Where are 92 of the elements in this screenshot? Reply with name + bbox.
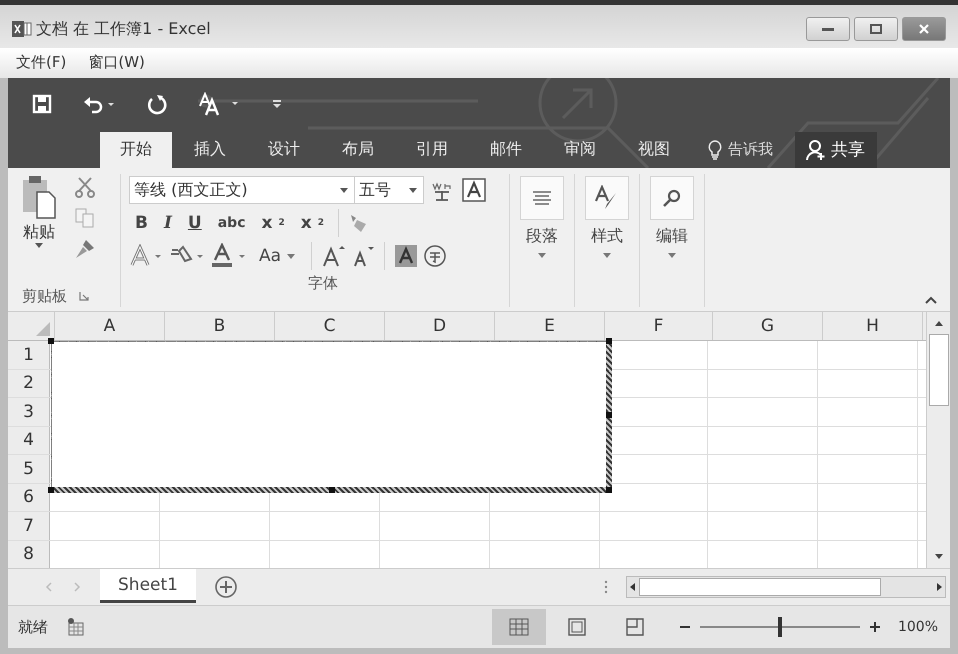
cut-icon[interactable] xyxy=(74,176,96,198)
format-painter-icon[interactable] xyxy=(74,238,96,260)
font-color-icon[interactable] xyxy=(211,243,247,270)
row-header[interactable]: 6 xyxy=(8,484,50,512)
caret-icon xyxy=(603,252,611,258)
grow-font-icon[interactable] xyxy=(322,244,346,268)
group-label: 剪贴板 xyxy=(22,286,67,306)
maximize-button[interactable] xyxy=(854,17,898,42)
scroll-thumb[interactable] xyxy=(928,334,948,406)
ribbon-tab[interactable]: 审阅 xyxy=(544,132,616,168)
column-header[interactable]: A xyxy=(55,312,165,340)
ribbon-tab[interactable]: 引用 xyxy=(396,132,468,168)
caret-icon xyxy=(409,188,417,193)
format-button[interactable]: x$^{2}$ xyxy=(294,213,330,234)
row-header[interactable]: 7 xyxy=(8,512,50,540)
caret-icon xyxy=(35,242,43,248)
format-button[interactable]: U xyxy=(182,213,208,234)
character-border-icon[interactable] xyxy=(462,178,486,202)
window-title: 文档 在 工作簿1 - Excel xyxy=(36,18,211,40)
collapse-ribbon-icon[interactable] xyxy=(924,295,938,306)
text-effects-icon[interactable] xyxy=(129,244,163,268)
font-name-dropdown[interactable]: 等线 (西文正文) xyxy=(129,176,355,204)
ribbon-tab[interactable]: 设计 xyxy=(248,132,320,168)
character-shading-icon[interactable] xyxy=(395,245,418,268)
save-icon[interactable] xyxy=(32,94,52,114)
column-header[interactable]: H xyxy=(823,312,923,340)
zoom-level[interactable]: 100% xyxy=(898,619,938,636)
resize-handle[interactable] xyxy=(606,338,612,344)
row-header[interactable]: 1 xyxy=(8,341,50,369)
scroll-thumb[interactable] xyxy=(639,578,881,596)
dialog-launcher-icon[interactable] xyxy=(79,291,89,302)
embedded-object-frame[interactable] xyxy=(51,341,612,494)
format-button[interactable]: I xyxy=(158,213,178,234)
ribbon-tab[interactable]: 插入 xyxy=(174,132,246,168)
splitter-icon[interactable] xyxy=(604,579,608,596)
ribbon-tab[interactable]: 邮件 xyxy=(470,132,542,168)
column-header[interactable]: G xyxy=(713,312,823,340)
enclose-character-icon[interactable] xyxy=(423,244,448,268)
redo-icon[interactable] xyxy=(146,92,168,115)
view-button[interactable] xyxy=(492,609,546,646)
maximize-icon xyxy=(869,24,883,34)
person-add-icon xyxy=(805,138,827,161)
vertical-scrollbar[interactable] xyxy=(926,312,950,568)
paste-button[interactable]: 粘贴 xyxy=(14,174,64,286)
macro-record-icon[interactable] xyxy=(66,617,86,638)
normal-view-icon xyxy=(508,617,530,638)
share-button[interactable]: 共享 xyxy=(795,132,877,168)
change-case-button[interactable]: Aa xyxy=(253,246,302,266)
zoom-slider-thumb[interactable] xyxy=(778,617,782,638)
group-label: 字体 xyxy=(308,274,338,294)
resize-handle[interactable] xyxy=(48,338,54,344)
font-size-dropdown[interactable]: 五号 xyxy=(354,176,424,204)
row-header[interactable]: 8 xyxy=(8,540,50,568)
minimize-button[interactable] xyxy=(806,17,850,42)
close-button[interactable] xyxy=(902,17,946,42)
column-header[interactable]: D xyxy=(385,312,495,340)
tell-me-button[interactable]: 告诉我 xyxy=(708,132,773,168)
add-sheet-icon[interactable] xyxy=(214,575,238,600)
ribbon-tab[interactable]: 视图 xyxy=(618,132,690,168)
zoom-in-icon[interactable] xyxy=(870,622,880,632)
caret-icon xyxy=(287,254,296,259)
row-header[interactable]: 3 xyxy=(8,398,50,426)
resize-handle[interactable] xyxy=(329,487,335,494)
horizontal-scrollbar[interactable] xyxy=(626,576,946,598)
resize-handle[interactable] xyxy=(606,487,612,494)
lightbulb-icon xyxy=(708,140,722,160)
status-text: 就绪 xyxy=(18,618,48,637)
row-header[interactable]: 4 xyxy=(8,426,50,454)
page-break-icon xyxy=(624,617,645,638)
shrink-font-icon[interactable] xyxy=(352,244,374,268)
excel-icon xyxy=(12,20,32,38)
page-layout-icon xyxy=(566,617,587,638)
row-header[interactable]: 2 xyxy=(8,370,50,398)
close-icon xyxy=(918,24,930,34)
minimize-icon xyxy=(821,25,835,34)
resize-handle[interactable] xyxy=(606,412,612,418)
row-header[interactable]: 5 xyxy=(8,455,50,483)
sheet-tab[interactable]: Sheet1 xyxy=(100,569,196,604)
format-button[interactable]: abc xyxy=(212,215,252,232)
resize-handle[interactable] xyxy=(48,487,54,494)
menu-item[interactable]: 窗口(W) xyxy=(88,53,145,72)
caret-icon xyxy=(538,252,546,258)
ribbon-tab[interactable]: 开始 xyxy=(100,132,172,168)
caret-icon xyxy=(668,252,676,258)
customize-icon[interactable] xyxy=(272,98,282,110)
column-header[interactable]: E xyxy=(495,312,605,340)
column-header[interactable]: B xyxy=(165,312,275,340)
menu-item[interactable]: 文件(F) xyxy=(16,53,66,72)
ribbon-tab[interactable]: 布局 xyxy=(322,132,394,168)
caret-icon xyxy=(340,188,348,193)
format-button[interactable]: B xyxy=(129,213,154,234)
column-header[interactable]: C xyxy=(275,312,385,340)
